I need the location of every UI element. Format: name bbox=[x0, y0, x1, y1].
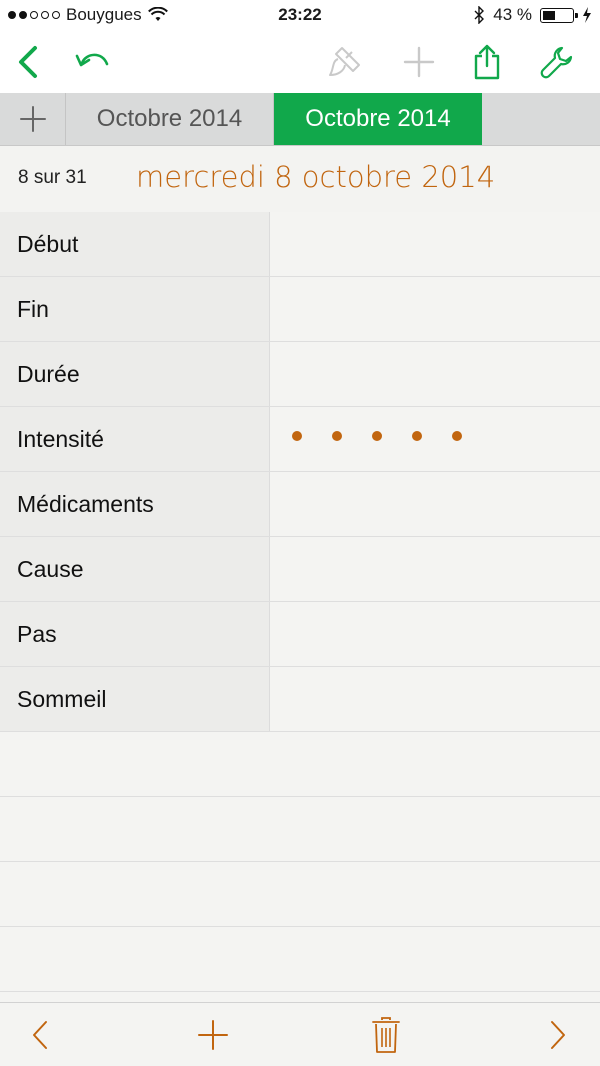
empty-row bbox=[0, 862, 600, 927]
share-button[interactable] bbox=[465, 40, 509, 84]
rating-dot-5[interactable] bbox=[452, 431, 462, 441]
field-label: Sommeil bbox=[0, 667, 270, 731]
field-row-cause: Cause bbox=[0, 537, 600, 602]
field-row-intensite: Intensité bbox=[0, 407, 600, 472]
record-header: 8 sur 31 mercredi 8 octobre 2014 bbox=[0, 146, 600, 213]
back-button[interactable] bbox=[6, 40, 50, 84]
record-date-title[interactable]: mercredi 8 octobre 2014 bbox=[136, 160, 495, 194]
field-row-debut: Début bbox=[0, 212, 600, 277]
field-value-pas[interactable] bbox=[270, 602, 600, 666]
add-sheet-button[interactable] bbox=[0, 93, 66, 145]
field-value-intensite[interactable] bbox=[270, 407, 600, 471]
undo-icon bbox=[75, 53, 109, 67]
rating-dot-4[interactable] bbox=[412, 431, 422, 441]
wrench-icon bbox=[540, 46, 573, 79]
field-row-duree: Durée bbox=[0, 342, 600, 407]
add-toolbar-button[interactable] bbox=[397, 40, 441, 84]
sheet-tab-bar: Octobre 2014 Octobre 2014 bbox=[0, 93, 600, 146]
field-row-sommeil: Sommeil bbox=[0, 667, 600, 732]
empty-row bbox=[0, 927, 600, 992]
status-right: 43 % bbox=[473, 5, 592, 25]
plus-icon bbox=[198, 1020, 228, 1050]
field-row-fin: Fin bbox=[0, 277, 600, 342]
record-counter: 8 sur 31 bbox=[18, 167, 87, 188]
tab-octobre-2014[interactable]: Octobre 2014 bbox=[66, 93, 274, 145]
trash-icon bbox=[372, 1017, 400, 1053]
add-record-button[interactable] bbox=[189, 1011, 237, 1059]
field-value-debut[interactable] bbox=[270, 212, 600, 276]
back-chevron-icon bbox=[19, 46, 37, 78]
empty-row bbox=[0, 732, 600, 797]
bottom-toolbar bbox=[0, 1002, 600, 1066]
rating-dot-2[interactable] bbox=[332, 431, 342, 441]
field-label: Intensité bbox=[0, 407, 270, 471]
field-label: Pas bbox=[0, 602, 270, 666]
plus-icon bbox=[19, 106, 46, 132]
field-value-duree[interactable] bbox=[270, 342, 600, 406]
format-button[interactable] bbox=[323, 40, 367, 84]
charging-bolt-icon bbox=[583, 7, 591, 23]
field-label: Début bbox=[0, 212, 270, 276]
record-form: Début Fin Durée Intensité Médicaments Ca… bbox=[0, 212, 600, 1002]
tab-octobre-2014-active[interactable]: Octobre 2014 bbox=[274, 93, 482, 145]
bluetooth-icon bbox=[474, 6, 485, 24]
field-label: Médicaments bbox=[0, 472, 270, 536]
rating-dot-1[interactable] bbox=[292, 431, 302, 441]
delete-record-button[interactable] bbox=[362, 1011, 410, 1059]
paint-brush-icon bbox=[329, 47, 360, 76]
field-label: Cause bbox=[0, 537, 270, 601]
battery-icon bbox=[540, 7, 578, 23]
field-row-medicaments: Médicaments bbox=[0, 472, 600, 537]
next-record-button[interactable] bbox=[534, 1011, 582, 1059]
battery-percent: 43 % bbox=[493, 5, 532, 24]
field-value-sommeil[interactable] bbox=[270, 667, 600, 731]
previous-record-button[interactable] bbox=[16, 1011, 64, 1059]
chevron-left-icon bbox=[33, 1021, 47, 1049]
empty-row bbox=[0, 797, 600, 862]
share-icon bbox=[474, 44, 500, 80]
undo-button[interactable] bbox=[70, 40, 114, 84]
field-label: Durée bbox=[0, 342, 270, 406]
field-value-cause[interactable] bbox=[270, 537, 600, 601]
chevron-right-icon bbox=[551, 1021, 565, 1049]
field-row-pas: Pas bbox=[0, 602, 600, 667]
status-bar: Bouygues 23:22 43 % bbox=[0, 0, 600, 32]
toolbar bbox=[0, 32, 600, 93]
field-value-fin[interactable] bbox=[270, 277, 600, 341]
rating-stars[interactable] bbox=[292, 431, 462, 441]
plus-icon bbox=[403, 46, 435, 78]
field-label: Fin bbox=[0, 277, 270, 341]
field-value-medicaments[interactable] bbox=[270, 472, 600, 536]
rating-dot-3[interactable] bbox=[372, 431, 382, 441]
settings-button[interactable] bbox=[535, 40, 579, 84]
